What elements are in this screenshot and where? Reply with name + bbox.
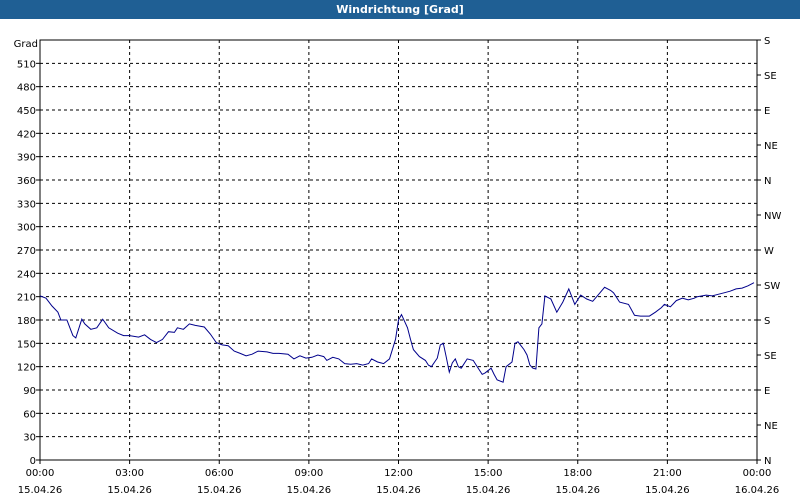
y2-tick-label: S — [764, 36, 770, 47]
x-tick-date: 15.04.26 — [466, 485, 511, 496]
y2-tick-label: S — [764, 316, 770, 327]
y-tick-label: 120 — [17, 363, 36, 374]
y-tick-label: 30 — [23, 433, 36, 444]
y-tick-label: 90 — [23, 386, 36, 397]
y2-tick-label: SE — [764, 71, 777, 82]
y-tick-label: 0 — [30, 456, 36, 467]
y2-tick-label: W — [764, 246, 774, 257]
x-tick-time: 06:00 — [205, 468, 234, 479]
wind-direction-series-line — [39, 282, 755, 383]
x-tick-time: 00:00 — [743, 468, 772, 479]
x-tick-time: 03:00 — [115, 468, 144, 479]
y2-tick-label: N — [764, 176, 771, 187]
x-tick-date: 15.04.26 — [645, 485, 690, 496]
y-tick-label: 510 — [17, 59, 36, 70]
x-tick-date: 15.04.26 — [555, 485, 600, 496]
x-tick-date: 15.04.26 — [197, 485, 242, 496]
x-tick-date: 15.04.26 — [376, 485, 421, 496]
wind-direction-chart: Grad 0 30 60 90 120 150 180 210 240 270 300 330 360 3… — [0, 19, 800, 500]
y-tick-label: 210 — [17, 293, 36, 304]
y-tick-label: 180 — [17, 316, 36, 327]
x-tick-time: 00:00 — [26, 468, 55, 479]
x-tick-date: 15.04.26 — [18, 485, 63, 496]
y-tick-label: 270 — [17, 246, 36, 257]
x-tick-date: 16.04.26 — [735, 485, 780, 496]
y-tick-label: 450 — [17, 106, 36, 117]
y-tick-label: 240 — [17, 269, 36, 280]
y2-tick-label: E — [764, 106, 770, 117]
x-tick-time: 21:00 — [653, 468, 682, 479]
y2-tick-label: NE — [764, 421, 778, 432]
y2-tick-label: NW — [764, 211, 781, 222]
y-tick-label: 360 — [17, 176, 36, 187]
y2-tick-label: SW — [764, 281, 780, 292]
x-tick-time: 12:00 — [384, 468, 413, 479]
y-axis-label: Grad — [14, 39, 38, 50]
y2-tick-label: SE — [764, 351, 777, 362]
y2-tick-label: E — [764, 386, 770, 397]
y-tick-label: 150 — [17, 339, 36, 350]
x-tick-time: 15:00 — [474, 468, 503, 479]
y-tick-label: 330 — [17, 199, 36, 210]
chart-title-bar: Windrichtung [Grad] — [0, 0, 800, 19]
y-tick-label: 390 — [17, 153, 36, 164]
chart-svg: Grad 0 30 60 90 120 150 180 210 240 270 300 330 360 3… — [14, 36, 782, 496]
y-tick-label: 420 — [17, 129, 36, 140]
y-tick-label: 480 — [17, 83, 36, 94]
y2-tick-label: N — [764, 456, 771, 467]
x-tick-time: 18:00 — [563, 468, 592, 479]
x-tick-date: 15.04.26 — [287, 485, 332, 496]
chart-title: Windrichtung [Grad] — [336, 3, 464, 16]
y2-tick-label: NE — [764, 141, 778, 152]
x-tick-time: 09:00 — [294, 468, 323, 479]
x-tick-date: 15.04.26 — [107, 485, 152, 496]
y-tick-label: 300 — [17, 223, 36, 234]
y-tick-label: 60 — [23, 409, 36, 420]
